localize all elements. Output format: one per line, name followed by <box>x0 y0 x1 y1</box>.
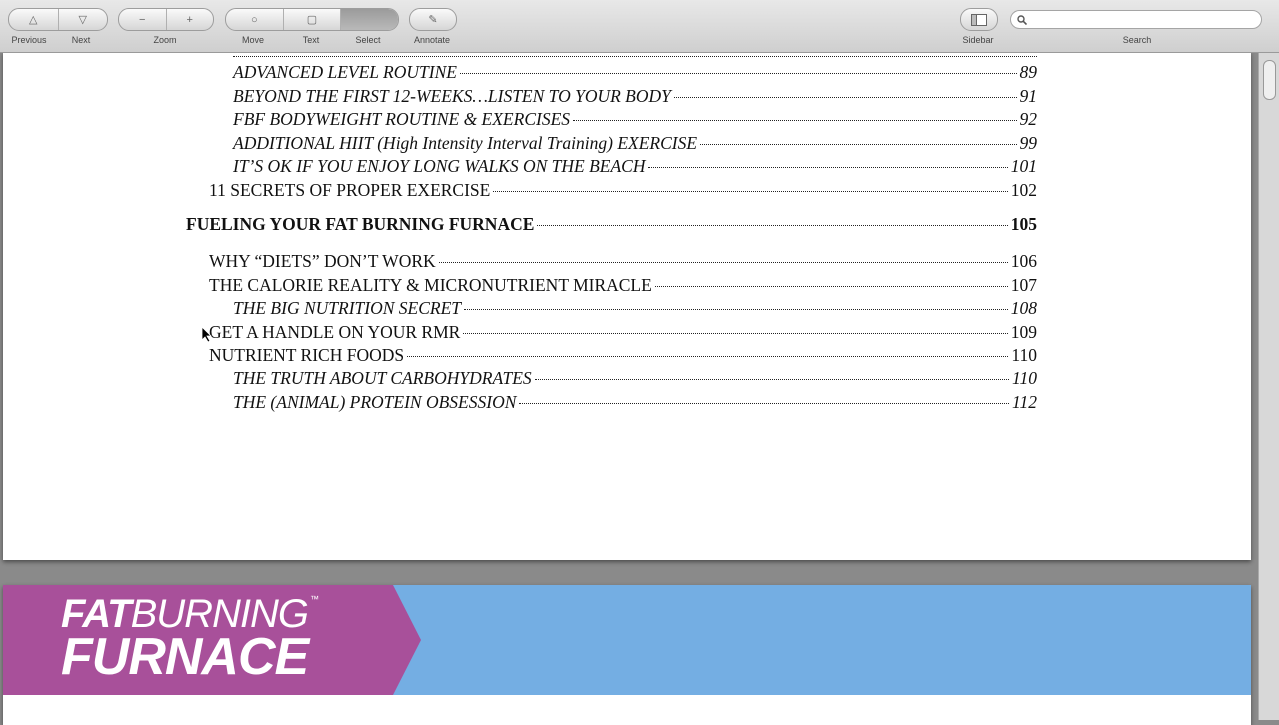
toc-entry[interactable]: THE (ANIMAL) PROTEIN OBSESSION 112 <box>233 392 1037 412</box>
toc-entry-page: 99 <box>1019 133 1038 153</box>
scrollbar-thumb[interactable] <box>1263 60 1276 100</box>
toc-entry-title: NUTRIENT RICH FOODS <box>209 345 405 365</box>
toolbar: △ ▽ Previous Next − + Zoom ○ ▢ Move Text… <box>0 0 1279 53</box>
text-label: Text <box>302 35 320 45</box>
toc-entry-page: 105 <box>1010 214 1037 234</box>
previous-button[interactable]: △ <box>9 9 59 30</box>
toc-entry-page: 106 <box>1010 251 1037 271</box>
search-input[interactable] <box>1031 12 1261 27</box>
mouse-cursor-icon <box>202 327 212 343</box>
fat-burning-furnace-logo: FATBURNING ™ FURNACE <box>61 592 319 686</box>
arrow-down-icon: ▽ <box>78 14 87 26</box>
toc-entry-title: IT’S OK IF YOU ENJOY LONG WALKS ON THE B… <box>233 156 646 176</box>
annotate-label: Annotate <box>413 35 451 45</box>
document-page-2[interactable]: FATBURNING ™ FURNACE <box>3 585 1251 725</box>
toc-entry-page: 108 <box>1010 298 1037 318</box>
toc-dot-leader <box>519 403 1010 404</box>
toc-entry-title: FBF BODYWEIGHT ROUTINE & EXERCISES <box>233 109 571 129</box>
previous-label: Previous <box>11 35 47 45</box>
toc-entry[interactable]: WHY “DIETS” DON’T WORK 106 <box>209 251 1037 271</box>
toc-entry-title: THE BIG NUTRITION SECRET <box>233 298 461 318</box>
next-button[interactable]: ▽ <box>59 9 108 30</box>
search-field[interactable] <box>1010 10 1262 29</box>
toc-entry-page: 91 <box>1019 86 1038 106</box>
toc-entry-page: 109 <box>1010 322 1037 342</box>
toc-entry-title: BEYOND THE FIRST 12-WEEKS…LISTEN TO YOUR… <box>233 86 671 106</box>
toc-entry-page: 110 <box>1012 368 1037 388</box>
toc-entry[interactable]: FBF BODYWEIGHT ROUTINE & EXERCISES 92 <box>233 109 1037 129</box>
toc-entry-page: 112 <box>1012 392 1037 412</box>
zoom-control: − + <box>118 8 214 31</box>
toc-entry[interactable]: IT’S OK IF YOU ENJOY LONG WALKS ON THE B… <box>233 156 1037 176</box>
toc-entry[interactable]: THE TRUTH ABOUT CARBOHYDRATES 110 <box>233 368 1037 388</box>
search-label: Search <box>1122 35 1152 45</box>
toc-entry[interactable]: THE CALORIE REALITY & MICRONUTRIENT MIRA… <box>209 275 1037 295</box>
document-page[interactable]: ADVANCED LEVEL ROUTINE 89 BEYOND THE FIRST… <box>3 52 1251 560</box>
toc-entry-title: WHY “DIETS” DON’T WORK <box>209 251 436 271</box>
toc-dot-leader <box>438 262 1008 263</box>
toc-entry[interactable]: GET A HANDLE ON YOUR RMR 109 <box>209 322 1037 342</box>
text-tool-button[interactable]: ▢ <box>284 9 342 30</box>
toc-entry-title: ADDITIONAL HIIT (High Intensity Interval… <box>233 133 698 153</box>
toc-entry-page: 110 <box>1011 345 1037 365</box>
toc-dot-leader <box>463 333 1008 334</box>
annotate-control: ✎ <box>409 8 457 31</box>
hand-icon: ○ <box>251 13 258 26</box>
tool-mode-control: ○ ▢ <box>225 8 399 31</box>
toc-entry-title: THE CALORIE REALITY & MICRONUTRIENT MIRA… <box>209 275 652 295</box>
search-icon <box>1017 14 1027 25</box>
toc-dot-leader <box>459 73 1017 74</box>
toc-entry-title: GET A HANDLE ON YOUR RMR <box>209 322 461 342</box>
toc-dot-leader <box>673 97 1017 98</box>
vertical-scrollbar[interactable] <box>1258 52 1279 720</box>
toc-entry-page: 92 <box>1019 109 1038 129</box>
toc-dot-leader <box>573 120 1017 121</box>
toc-entry-page: 101 <box>1010 156 1037 176</box>
toc-dot-leader <box>700 144 1017 145</box>
toc-entry-title: FUELING YOUR FAT BURNING FURNACE <box>186 214 535 234</box>
zoom-out-button[interactable]: − <box>119 9 167 30</box>
toc-entry-page: 107 <box>1010 275 1037 295</box>
toc-entry-title: ADVANCED LEVEL ROUTINE <box>233 62 457 82</box>
toc-entry-page: 89 <box>1019 62 1038 82</box>
toc-dot-leader <box>534 379 1010 380</box>
toc-entry-title: THE TRUTH ABOUT CARBOHYDRATES <box>233 368 532 388</box>
minus-icon: − <box>139 13 146 26</box>
toc-dot-leader <box>654 286 1008 287</box>
toc-dot-leader <box>537 225 1008 226</box>
zoom-in-button[interactable]: + <box>167 9 214 30</box>
toc-dot-leader <box>464 309 1008 310</box>
toc-entry[interactable]: FUELING YOUR FAT BURNING FURNACE 105 <box>186 214 1037 234</box>
sidebar-button[interactable] <box>960 8 998 31</box>
toc-entry-title: 11 SECRETS OF PROPER EXERCISE <box>209 180 491 200</box>
sidebar-icon <box>971 13 987 26</box>
text-cursor-icon: ▢ <box>306 14 318 26</box>
plus-icon: + <box>186 13 193 26</box>
toc-entry-title: THE (ANIMAL) PROTEIN OBSESSION <box>233 392 517 412</box>
annotate-button[interactable]: ✎ <box>410 9 456 30</box>
sidebar-label: Sidebar <box>962 35 994 45</box>
toc-entry[interactable]: NUTRIENT RICH FOODS 110 <box>209 345 1037 365</box>
toc-dot-leader <box>648 167 1008 168</box>
zoom-label: Zoom <box>153 35 177 45</box>
next-label: Next <box>71 35 91 45</box>
toc-entry[interactable]: 11 SECRETS OF PROPER EXERCISE 102 <box>209 180 1037 200</box>
prev-next-control: △ ▽ <box>8 8 108 31</box>
toc-entry-page: 102 <box>1010 180 1037 200</box>
pencil-icon: ✎ <box>428 14 438 26</box>
toc-entry[interactable]: ADVANCED LEVEL ROUTINE 89 <box>233 62 1037 82</box>
move-label: Move <box>241 35 264 45</box>
toc-entry[interactable]: THE BIG NUTRITION SECRET 108 <box>233 298 1037 318</box>
arrow-up-icon: △ <box>29 14 38 26</box>
toc-dot-leader <box>407 356 1009 357</box>
toc-entry[interactable]: ADDITIONAL HIIT (High Intensity Interval… <box>233 133 1037 153</box>
toc-entry[interactable]: BEYOND THE FIRST 12-WEEKS…LISTEN TO YOUR… <box>233 86 1037 106</box>
select-tool-button[interactable] <box>341 9 398 30</box>
move-tool-button[interactable]: ○ <box>226 9 284 30</box>
select-label: Select <box>355 35 381 45</box>
toc-dot-leader <box>493 191 1008 192</box>
